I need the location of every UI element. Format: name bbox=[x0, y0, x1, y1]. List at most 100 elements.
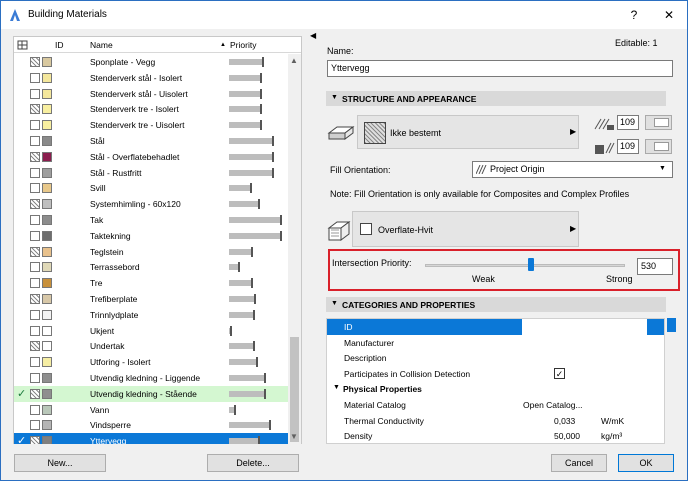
table-row[interactable]: Stål bbox=[14, 133, 288, 149]
editable-count: Editable: 1 bbox=[615, 38, 658, 48]
surface-swatch bbox=[42, 183, 52, 194]
table-row[interactable]: Utvendig kledning - Liggende bbox=[14, 370, 288, 386]
surface-swatch bbox=[42, 246, 52, 257]
project-origin-icon bbox=[476, 165, 487, 174]
properties-scrollbar[interactable] bbox=[666, 318, 677, 444]
table-row[interactable]: Stål - Rustfritt bbox=[14, 165, 288, 181]
priority-column-header[interactable]: Priority bbox=[230, 40, 256, 50]
property-row[interactable]: Manufacturer bbox=[327, 335, 664, 351]
property-key: ID bbox=[344, 322, 353, 332]
table-row[interactable]: Taktekning bbox=[14, 228, 288, 244]
priority-slider-track[interactable] bbox=[425, 264, 625, 267]
priority-bar-marker bbox=[280, 215, 283, 225]
fill-orientation-select[interactable]: Project Origin ▼ bbox=[472, 161, 673, 178]
table-row[interactable]: Vindsperre bbox=[14, 417, 288, 433]
priority-slider-thumb[interactable] bbox=[528, 258, 534, 271]
categories-section-header[interactable]: ▼ CATEGORIES AND PROPERTIES bbox=[326, 297, 666, 312]
fill-swatch bbox=[30, 294, 40, 304]
priority-bar bbox=[229, 438, 260, 444]
table-row[interactable]: Stenderverk stål - Isolert bbox=[14, 70, 288, 86]
scrollbar-thumb[interactable] bbox=[290, 337, 299, 442]
table-row[interactable]: Terrassebord bbox=[14, 259, 288, 275]
table-row[interactable]: Systemhimling - 60x120 bbox=[14, 196, 288, 212]
table-row[interactable]: Stenderverk tre - Isolert bbox=[14, 101, 288, 117]
property-row[interactable]: Density 50,000 kg/m³ bbox=[327, 428, 664, 443]
table-row[interactable]: Stenderverk tre - Uisolert bbox=[14, 117, 288, 133]
ok-button[interactable]: OK bbox=[618, 454, 674, 472]
intersection-priority-group: Intersection Priority: Weak Strong 530 bbox=[328, 249, 680, 291]
collapse-icon[interactable]: ▼ bbox=[333, 384, 340, 391]
structure-section-header[interactable]: ▼ STRUCTURE AND APPEARANCE bbox=[326, 91, 666, 106]
table-row[interactable]: Ukjent bbox=[14, 323, 288, 339]
list-scrollbar[interactable]: ▲ ▼ bbox=[288, 54, 301, 444]
table-row[interactable]: ✓ Utvendig kledning - Stående bbox=[14, 385, 288, 402]
cut-fill-selector[interactable]: Ikke bestemt ▶ bbox=[357, 115, 579, 149]
cancel-button[interactable]: Cancel bbox=[551, 454, 607, 472]
property-row[interactable]: Thermal Conductivity 0,033 W/mK bbox=[327, 413, 664, 429]
background-pen-color-button[interactable] bbox=[645, 139, 672, 154]
fill-pen-color-button[interactable] bbox=[645, 115, 672, 130]
fill-swatch bbox=[30, 104, 40, 115]
table-row[interactable]: Trinnlydplate bbox=[14, 307, 288, 323]
table-row[interactable]: Tak bbox=[14, 212, 288, 228]
property-value[interactable]: Open Catalog... bbox=[523, 400, 583, 410]
fill-swatch bbox=[30, 151, 40, 162]
material-name: Svill bbox=[90, 183, 106, 194]
intersection-priority-input[interactable]: 530 bbox=[637, 258, 673, 275]
collapse-panel-icon[interactable]: ◀ bbox=[310, 31, 316, 40]
property-value[interactable]: 0,033 bbox=[554, 416, 575, 426]
priority-bar bbox=[229, 232, 282, 239]
priority-bar-marker bbox=[259, 120, 262, 131]
table-row[interactable]: Trefiberplate bbox=[14, 291, 288, 307]
property-row[interactable]: ID bbox=[327, 319, 664, 335]
surface-swatch bbox=[42, 404, 52, 415]
fill-name: Ikke bestemt bbox=[390, 128, 442, 138]
table-row[interactable]: Stål - Overflatebehadlet bbox=[14, 149, 288, 165]
surface-swatch bbox=[42, 151, 52, 162]
material-name: Vann bbox=[90, 404, 110, 415]
table-row[interactable]: Tre bbox=[14, 275, 288, 291]
property-value[interactable]: 50,000 bbox=[554, 431, 580, 441]
table-row[interactable]: Utforing - Isolert bbox=[14, 354, 288, 370]
property-group-row[interactable]: ▼ Physical Properties bbox=[327, 381, 664, 397]
fill-pen-icon bbox=[594, 118, 614, 130]
priority-bar bbox=[229, 343, 254, 350]
fill-pen-input[interactable]: 109 bbox=[617, 115, 639, 130]
table-row[interactable]: Undertak bbox=[14, 338, 288, 354]
collision-checkbox[interactable]: ✓ bbox=[554, 367, 565, 379]
priority-bar-marker bbox=[258, 436, 261, 444]
background-pen-input[interactable]: 109 bbox=[617, 139, 639, 154]
fill-swatch bbox=[30, 341, 40, 352]
id-column-header[interactable]: ID bbox=[55, 40, 64, 50]
name-column-header[interactable]: Name bbox=[90, 40, 113, 50]
scroll-down-icon[interactable]: ▼ bbox=[290, 432, 298, 441]
surface-swatch bbox=[42, 436, 52, 444]
property-row[interactable]: Participates in Collision Detection ✓ bbox=[327, 366, 664, 382]
material-name: Stenderverk stål - Isolert bbox=[90, 72, 183, 83]
table-row[interactable]: ✓ Yttervegg bbox=[14, 433, 288, 444]
fill-swatch bbox=[30, 136, 40, 146]
appearance-column-icon[interactable] bbox=[17, 40, 28, 50]
cut-fill-icon bbox=[327, 126, 355, 140]
close-button[interactable]: ✕ bbox=[659, 5, 679, 25]
table-row[interactable]: Stenderverk stål - Uisolert bbox=[14, 86, 288, 102]
priority-bar-marker bbox=[272, 167, 274, 178]
help-button[interactable]: ? bbox=[624, 5, 644, 25]
property-row[interactable]: Description bbox=[327, 350, 664, 366]
surface-swatch bbox=[42, 278, 52, 289]
table-row[interactable]: Svill bbox=[14, 180, 288, 196]
material-name-input[interactable]: Yttervegg bbox=[327, 60, 673, 77]
materials-rows: Sponplate - Vegg Stenderverk stål - Isole… bbox=[14, 54, 288, 444]
new-button[interactable]: New... bbox=[14, 454, 106, 472]
table-row[interactable]: Teglstein bbox=[14, 244, 288, 260]
surface-selector[interactable]: Overflate-Hvit ▶ bbox=[352, 211, 579, 247]
surface-swatch bbox=[42, 373, 52, 383]
property-row[interactable]: Material Catalog Open Catalog... bbox=[327, 397, 664, 413]
table-row[interactable]: Vann bbox=[14, 402, 288, 418]
surface-swatch bbox=[42, 167, 52, 178]
table-row[interactable]: Sponplate - Vegg bbox=[14, 54, 288, 70]
delete-button[interactable]: Delete... bbox=[207, 454, 299, 472]
scroll-up-icon[interactable]: ▲ bbox=[290, 56, 298, 65]
weak-label: Weak bbox=[472, 274, 495, 284]
collapse-icon: ▼ bbox=[331, 94, 338, 101]
